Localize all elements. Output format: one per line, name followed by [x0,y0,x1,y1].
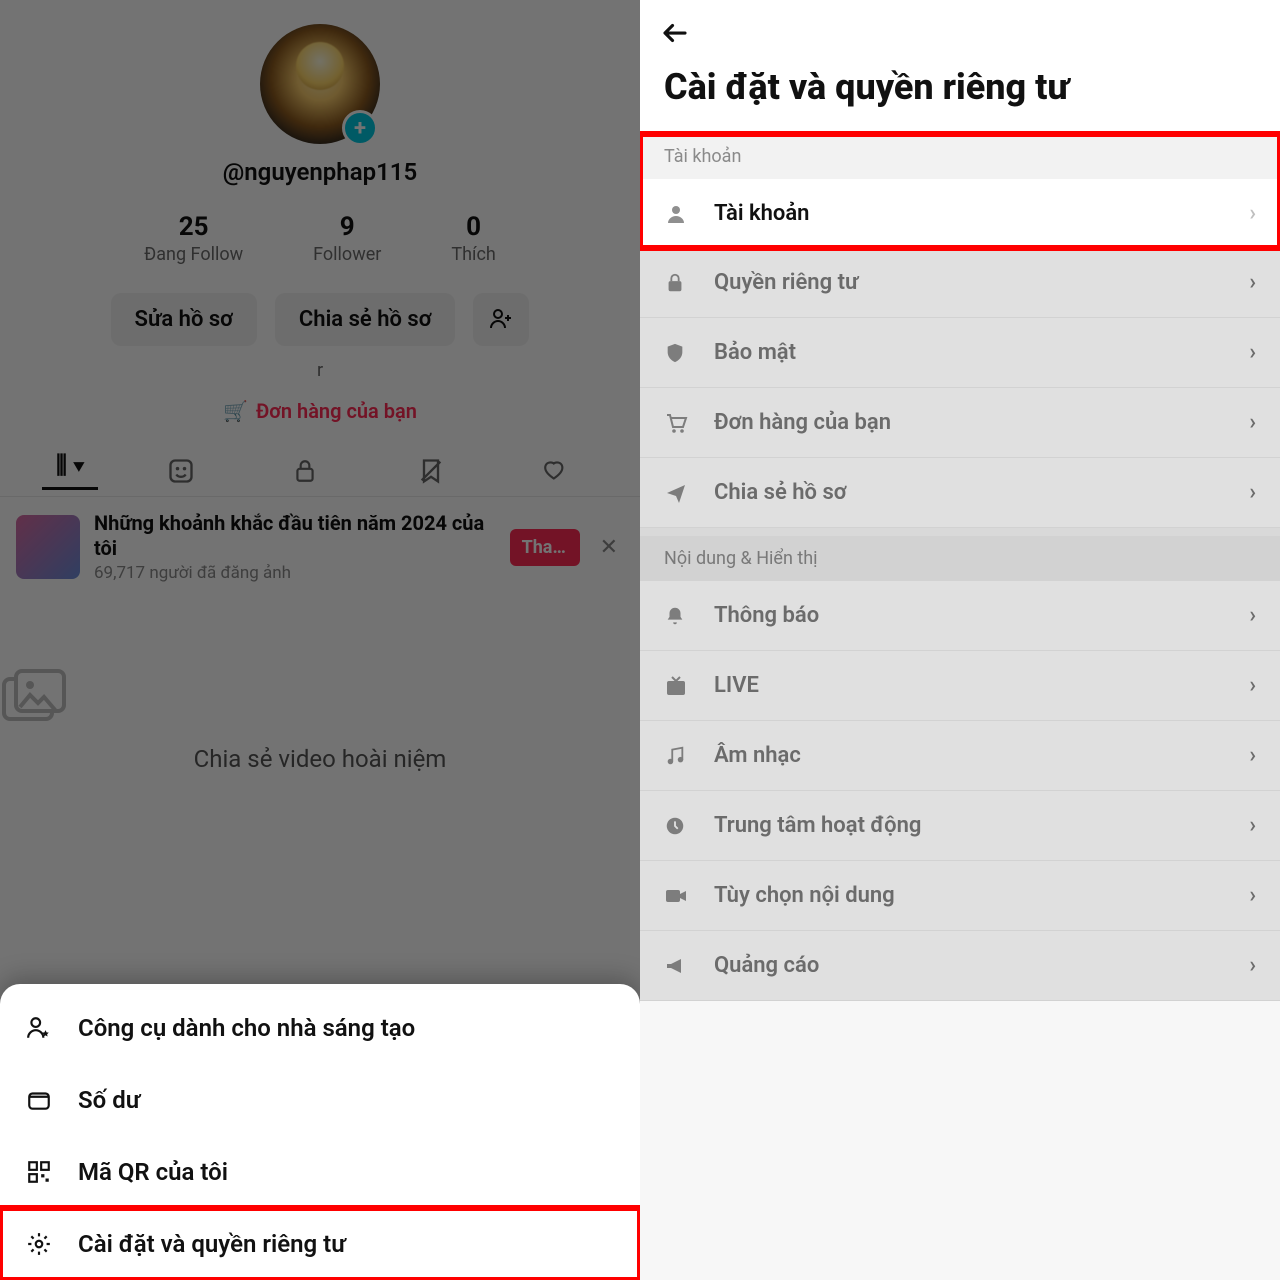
row-activity[interactable]: Trung tâm hoạt động › [640,791,1280,861]
chevron-right-icon: › [1249,410,1256,435]
trend-subtitle: 69,717 người đã đăng ảnh [94,563,496,583]
row-content[interactable]: Tùy chọn nội dung › [640,861,1280,931]
bell-icon [664,605,694,627]
row-notify-label: Thông báo [714,603,1249,628]
stat-following[interactable]: 25 Đang Follow [144,212,243,265]
live-icon [664,675,694,697]
stat-followers[interactable]: 9 Follower [313,212,381,265]
row-share[interactable]: Chia sẻ hồ sơ › [640,458,1280,528]
row-content-label: Tùy chọn nội dung [714,883,1249,908]
tab-private[interactable] [292,458,348,484]
bookmark-off-icon [417,457,445,485]
wallet-icon [26,1087,58,1113]
lock-icon [664,272,694,294]
action-sheet: Công cụ dành cho nhà sáng tạo Số dư Mã Q… [0,984,640,1280]
edit-profile-button[interactable]: Sửa hồ sơ [111,293,257,346]
row-account-label: Tài khoản [714,201,1249,226]
lock-icon [292,458,318,484]
shield-icon [664,342,694,364]
trend-thumb [16,515,80,579]
row-account[interactable]: Tài khoản › [640,179,1280,248]
stat-followers-num: 9 [313,212,381,242]
add-avatar-button[interactable]: + [342,110,378,146]
row-ads[interactable]: Quảng cáo › [640,931,1280,1001]
back-button[interactable] [640,0,1280,48]
stat-likes-label: Thích [451,244,495,265]
stat-likes[interactable]: 0 Thích [451,212,495,265]
add-friend-button[interactable] [473,293,529,346]
row-music[interactable]: Âm nhạc › [640,721,1280,791]
row-live[interactable]: LIVE › [640,651,1280,721]
chevron-right-icon: › [1249,673,1256,698]
row-share-label: Chia sẻ hồ sơ [714,480,1249,505]
person-icon [664,202,694,226]
gallery-icon [0,667,640,731]
row-security[interactable]: Bảo mật › [640,318,1280,388]
stat-following-num: 25 [144,212,243,242]
stat-following-label: Đang Follow [144,244,243,265]
row-privacy[interactable]: Quyền riêng tư › [640,248,1280,318]
sheet-qr-label: Mã QR của tôi [78,1158,228,1186]
tab-liked[interactable] [542,458,598,484]
trend-title: Những khoảnh khắc đầu tiên năm 2024 của … [94,511,496,561]
music-icon [664,745,694,767]
megaphone-icon [664,956,694,976]
chevron-right-icon: › [1249,883,1256,908]
sticker-icon [167,457,195,485]
row-ads-label: Quảng cáo [714,953,1249,978]
tab-sticker[interactable] [167,457,223,485]
bio-text: r [0,360,640,381]
chevron-right-icon: › [1249,813,1256,838]
chevron-right-icon: › [1249,603,1256,628]
sheet-settings[interactable]: Cài đặt và quyền riêng tư [0,1208,640,1280]
chevron-right-icon: › [1249,270,1256,295]
row-orders-label: Đơn hàng của bạn [714,410,1249,435]
section-account-label: Tài khoản [640,134,1280,179]
stat-likes-num: 0 [451,212,495,242]
person-plus-icon [489,307,513,331]
tab-repost[interactable] [417,457,473,485]
cart-icon: 🛒 [223,399,248,423]
share-icon [664,482,694,504]
sheet-balance-label: Số dư [78,1086,140,1114]
person-star-icon [26,1015,58,1041]
row-privacy-label: Quyền riêng tư [714,270,1249,295]
sheet-creator-tools[interactable]: Công cụ dành cho nhà sáng tạo [0,992,640,1064]
cart-icon [664,412,694,434]
arrow-left-icon [660,18,690,48]
orders-label: Đơn hàng của bạn [256,399,417,423]
gear-icon [26,1231,58,1257]
qr-icon [26,1159,58,1185]
sheet-balance[interactable]: Số dư [0,1064,640,1136]
sheet-qr[interactable]: Mã QR của tôi [0,1136,640,1208]
orders-link[interactable]: 🛒 Đơn hàng của bạn [0,399,640,423]
clock-icon [664,815,694,837]
share-profile-button[interactable]: Chia sẻ hồ sơ [275,293,456,346]
page-title: Cài đặt và quyền riêng tư [640,48,1280,134]
row-orders[interactable]: Đơn hàng của bạn › [640,388,1280,458]
row-notify[interactable]: Thông báo › [640,581,1280,651]
empty-caption: Chia sẻ video hoài niệm [0,745,640,773]
video-icon [664,886,694,906]
row-music-label: Âm nhạc [714,743,1249,768]
trend-badge[interactable]: Tha... [510,529,580,566]
chevron-right-icon: › [1249,953,1256,978]
row-security-label: Bảo mật [714,340,1249,365]
row-activity-label: Trung tâm hoạt động [714,813,1249,838]
chevron-right-icon: › [1249,743,1256,768]
username: @nguyenphap115 [0,158,640,186]
sheet-creator-label: Công cụ dành cho nhà sáng tạo [78,1014,415,1042]
sheet-settings-label: Cài đặt và quyền riêng tư [78,1230,346,1258]
section-content-label: Nội dung & Hiển thị [640,536,1280,581]
hearts-icon [542,458,572,484]
chevron-right-icon: › [1249,340,1256,365]
tab-grid[interactable]: ⫼ ▾ [42,451,98,490]
chevron-right-icon: › [1249,480,1256,505]
stat-followers-label: Follower [313,244,381,265]
trend-card[interactable]: Những khoảnh khắc đầu tiên năm 2024 của … [0,497,640,597]
trend-close-button[interactable]: ✕ [594,535,624,560]
chevron-right-icon: › [1249,201,1256,226]
row-live-label: LIVE [714,673,1249,698]
